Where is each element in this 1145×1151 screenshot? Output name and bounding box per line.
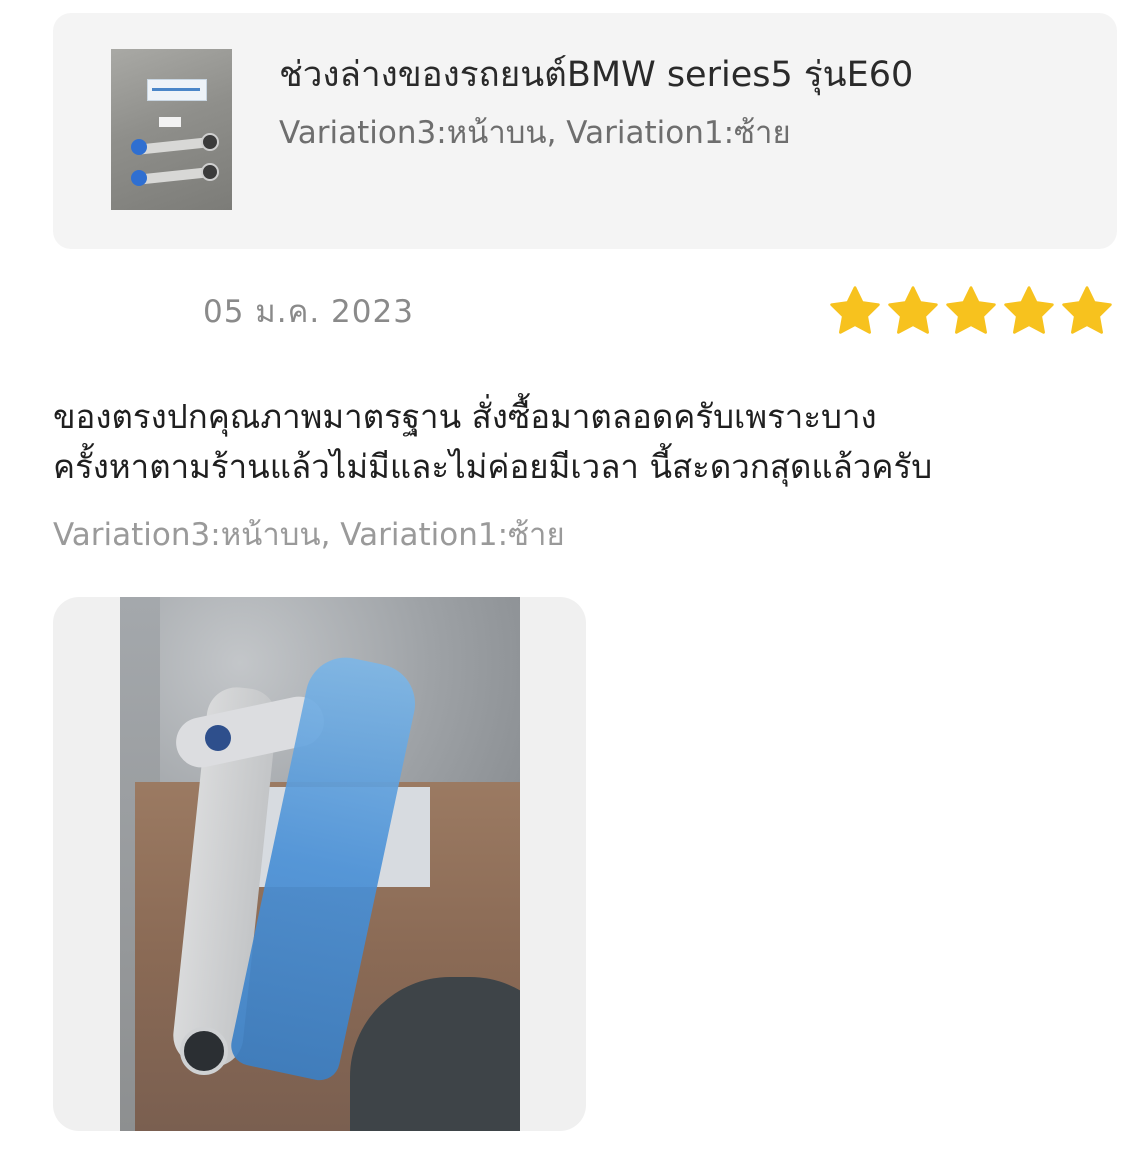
- star-icon: [1002, 284, 1056, 338]
- review-text-line: ของตรงปกคุณภาพมาตรฐาน สั่งซื้อมาตลอดครับ…: [53, 397, 877, 436]
- product-card[interactable]: ช่วงล่างของรถยนต์BMW series5 รุ่นE60 Var…: [53, 13, 1117, 249]
- review-date: 05 ม.ค. 2023: [203, 294, 414, 330]
- product-thumbnail[interactable]: [111, 49, 232, 210]
- review-photo[interactable]: [120, 597, 520, 1131]
- star-icon: [1060, 284, 1114, 338]
- thumbnail-brand-label: [147, 79, 207, 101]
- review-text-line: ครั้งหาตามร้านแล้วไม่มีและไม่ค่อยมีเวลา …: [53, 447, 933, 486]
- thumbnail-model-tag: [159, 117, 181, 127]
- rating-stars: [828, 284, 1118, 346]
- product-variation: Variation3:หน้าบน, Variation1:ซ้าย: [279, 115, 791, 151]
- review-variation: Variation3:หน้าบน, Variation1:ซ้าย: [53, 517, 565, 553]
- review-photo-thumbnail[interactable]: [53, 597, 586, 1131]
- star-icon: [828, 284, 882, 338]
- product-title[interactable]: ช่วงล่างของรถยนต์BMW series5 รุ่นE60: [279, 53, 913, 97]
- star-icon: [944, 284, 998, 338]
- star-icon: [886, 284, 940, 338]
- review-text: ของตรงปกคุณภาพมาตรฐาน สั่งซื้อมาตลอดครับ…: [53, 392, 1123, 492]
